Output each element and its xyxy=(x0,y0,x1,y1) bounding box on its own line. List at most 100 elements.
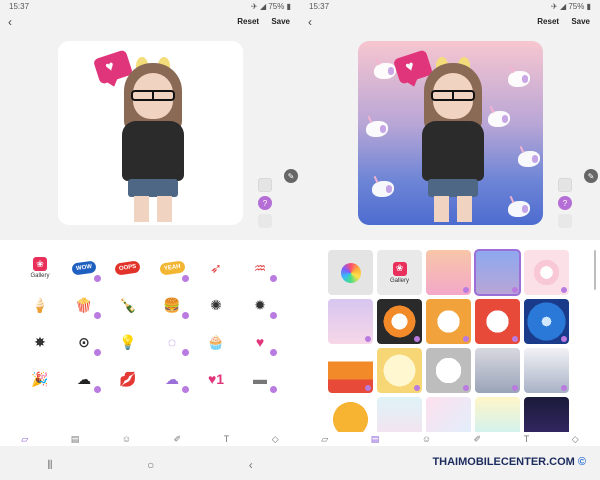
sticker-arrow-heart[interactable]: ➶ xyxy=(198,250,234,286)
background-grid: ❀ Gallery xyxy=(328,249,574,442)
reset-button[interactable]: Reset xyxy=(237,17,259,26)
right-screen: 15:37 ✈ ◢ 75% ▮ ‹ Reset Save ✎ ? xyxy=(300,0,600,480)
tab-effects-icon[interactable]: ◇ xyxy=(572,434,579,445)
sticker-tag[interactable]: ▬ xyxy=(242,361,278,397)
question-sticker-button[interactable]: ? xyxy=(558,196,572,210)
background-purple-hearts[interactable] xyxy=(474,249,521,296)
avatar-canvas[interactable] xyxy=(58,41,243,225)
avatar-thumbnail[interactable] xyxy=(258,214,272,228)
like-badge-icon: ♥1 xyxy=(207,371,225,387)
tab-backgrounds-icon[interactable]: ▤ xyxy=(71,434,80,445)
edit-pencil-icon[interactable]: ✎ xyxy=(284,169,298,183)
sticker-heart-chat[interactable]: ♥ xyxy=(242,324,278,360)
download-badge-icon xyxy=(182,349,189,356)
tab-effects-icon[interactable]: ◇ xyxy=(272,434,279,445)
sticker-purple-cloud[interactable]: ☁ xyxy=(154,361,190,397)
layer-thumbnail[interactable] xyxy=(558,178,572,192)
edit-pencil-icon[interactable]: ✎ xyxy=(584,169,598,183)
heart-chat-icon: ♥ xyxy=(255,334,265,350)
avatar-sweater xyxy=(122,121,184,181)
sticker-speech-cloud[interactable]: ✹ xyxy=(242,287,278,323)
tab-emoji-icon[interactable]: ☺ xyxy=(122,434,131,444)
background-comic-burst-blue[interactable] xyxy=(524,299,569,344)
tab-text-icon[interactable]: T xyxy=(524,434,530,444)
back-icon[interactable]: ‹ xyxy=(249,458,253,472)
sticker-cupcake[interactable]: 🧁 xyxy=(198,324,234,360)
left-screen: 15:37 ✈ ◢ 75% ▮ ‹ Reset Save ✎ ? ❀ Galler… xyxy=(0,0,300,480)
oops-burst-icon: OOPS xyxy=(114,260,142,276)
arrow-heart-icon: ➶ xyxy=(210,259,222,276)
sticker-bottle[interactable]: 🍾 xyxy=(110,287,146,323)
tab-text-icon[interactable]: T xyxy=(224,434,230,444)
sticker-yeah-burst[interactable]: YEAH xyxy=(154,250,190,286)
sticker-bubble-wavy[interactable]: ✸ xyxy=(22,324,58,360)
tab-backgrounds-icon[interactable]: ▤ xyxy=(371,434,380,445)
background-comic-cloud-orange[interactable] xyxy=(426,299,471,344)
back-arrow-icon[interactable]: ‹ xyxy=(308,15,312,29)
question-sticker-button[interactable]: ? xyxy=(258,196,272,210)
background-purple-clouds[interactable] xyxy=(328,299,373,344)
sticker-lips[interactable]: 💋 xyxy=(110,361,146,397)
sticker-ice-cream[interactable]: 🍦 xyxy=(22,287,58,323)
sticker-thunder-cloud[interactable]: ☁ xyxy=(66,361,102,397)
gallery-label: Gallery xyxy=(389,277,409,284)
sticker-popcorn[interactable]: 🍿 xyxy=(66,287,102,323)
download-badge-icon xyxy=(512,287,518,293)
background-gallery[interactable]: ❀ Gallery xyxy=(377,250,422,295)
sticker-bubble-dots[interactable]: ⊙ xyxy=(66,324,102,360)
sticker-oops-burst[interactable]: OOPS xyxy=(110,250,146,286)
avatar-glasses xyxy=(131,90,175,101)
sticker-ribbon[interactable]: ♒ xyxy=(242,250,278,286)
gallery-label: Gallery xyxy=(30,273,50,279)
sticker-bracelet[interactable]: ◌ xyxy=(154,324,190,360)
background-rain-lines[interactable] xyxy=(524,348,569,393)
status-bar: 15:37 ✈ ◢ 75% ▮ xyxy=(0,0,300,12)
background-heart-rings[interactable] xyxy=(524,250,569,295)
avatar-canvas-with-background[interactable] xyxy=(358,41,543,225)
tab-stickers-icon[interactable]: ▱ xyxy=(21,434,28,445)
sheet-scrollbar[interactable] xyxy=(594,250,596,290)
sticker-like-badge[interactable]: ♥1 xyxy=(198,361,234,397)
burger-icon: 🍔 xyxy=(163,296,181,313)
sticker-party-popper[interactable]: 🎉 xyxy=(22,361,58,397)
purple-cloud-icon: ☁ xyxy=(165,370,179,387)
bottle-icon: 🍾 xyxy=(119,296,137,313)
download-badge-icon xyxy=(270,349,277,356)
sticker-speech-spiky[interactable]: ✺ xyxy=(198,287,234,323)
tab-emoji-icon[interactable]: ☺ xyxy=(422,434,431,444)
background-grey-fade[interactable] xyxy=(475,348,520,393)
layer-thumbnail[interactable] xyxy=(258,178,272,192)
background-comic-burst-orange[interactable] xyxy=(377,299,422,344)
tab-stickers-icon[interactable]: ▱ xyxy=(321,434,328,445)
sticker-gallery[interactable]: ❀ Gallery xyxy=(22,250,58,286)
tab-pen-icon[interactable]: ✐ xyxy=(174,434,182,445)
save-button[interactable]: Save xyxy=(571,17,590,26)
download-badge-icon xyxy=(414,336,420,342)
status-icons: ✈ ◢ 75% ▮ xyxy=(251,2,291,11)
sticker-wow-burst[interactable]: WOW xyxy=(66,250,102,286)
background-color-picker[interactable] xyxy=(328,250,373,295)
home-icon[interactable]: ○ xyxy=(147,458,154,472)
back-arrow-icon[interactable]: ‹ xyxy=(8,15,12,29)
background-sunburst-yellow[interactable] xyxy=(377,348,422,393)
save-button[interactable]: Save xyxy=(271,17,290,26)
top-actions: Reset Save xyxy=(527,17,590,26)
avatar-glasses xyxy=(431,90,475,101)
background-sheet: ❀ Gallery xyxy=(300,240,600,446)
sticker-burger[interactable]: 🍔 xyxy=(154,287,190,323)
category-tabs: ▱ ▤ ☺ ✐ T ◇ xyxy=(0,432,300,446)
top-bar: ‹ Reset Save xyxy=(0,12,300,32)
sticker-bulb[interactable]: 💡 xyxy=(110,324,146,360)
side-tools: ? xyxy=(558,178,574,232)
avatar-thumbnail[interactable] xyxy=(558,214,572,228)
background-flames[interactable] xyxy=(328,348,373,393)
cupcake-icon: 🧁 xyxy=(207,333,225,350)
ar-emoji-avatar xyxy=(418,63,488,223)
background-speed-lines-grey[interactable] xyxy=(426,348,471,393)
tab-pen-icon[interactable]: ✐ xyxy=(474,434,482,445)
background-comic-burst-red[interactable] xyxy=(475,299,520,344)
download-badge-icon xyxy=(94,386,101,393)
reset-button[interactable]: Reset xyxy=(537,17,559,26)
recents-icon[interactable]: ⦀ xyxy=(47,458,52,473)
background-pastel-hearts[interactable] xyxy=(426,250,471,295)
